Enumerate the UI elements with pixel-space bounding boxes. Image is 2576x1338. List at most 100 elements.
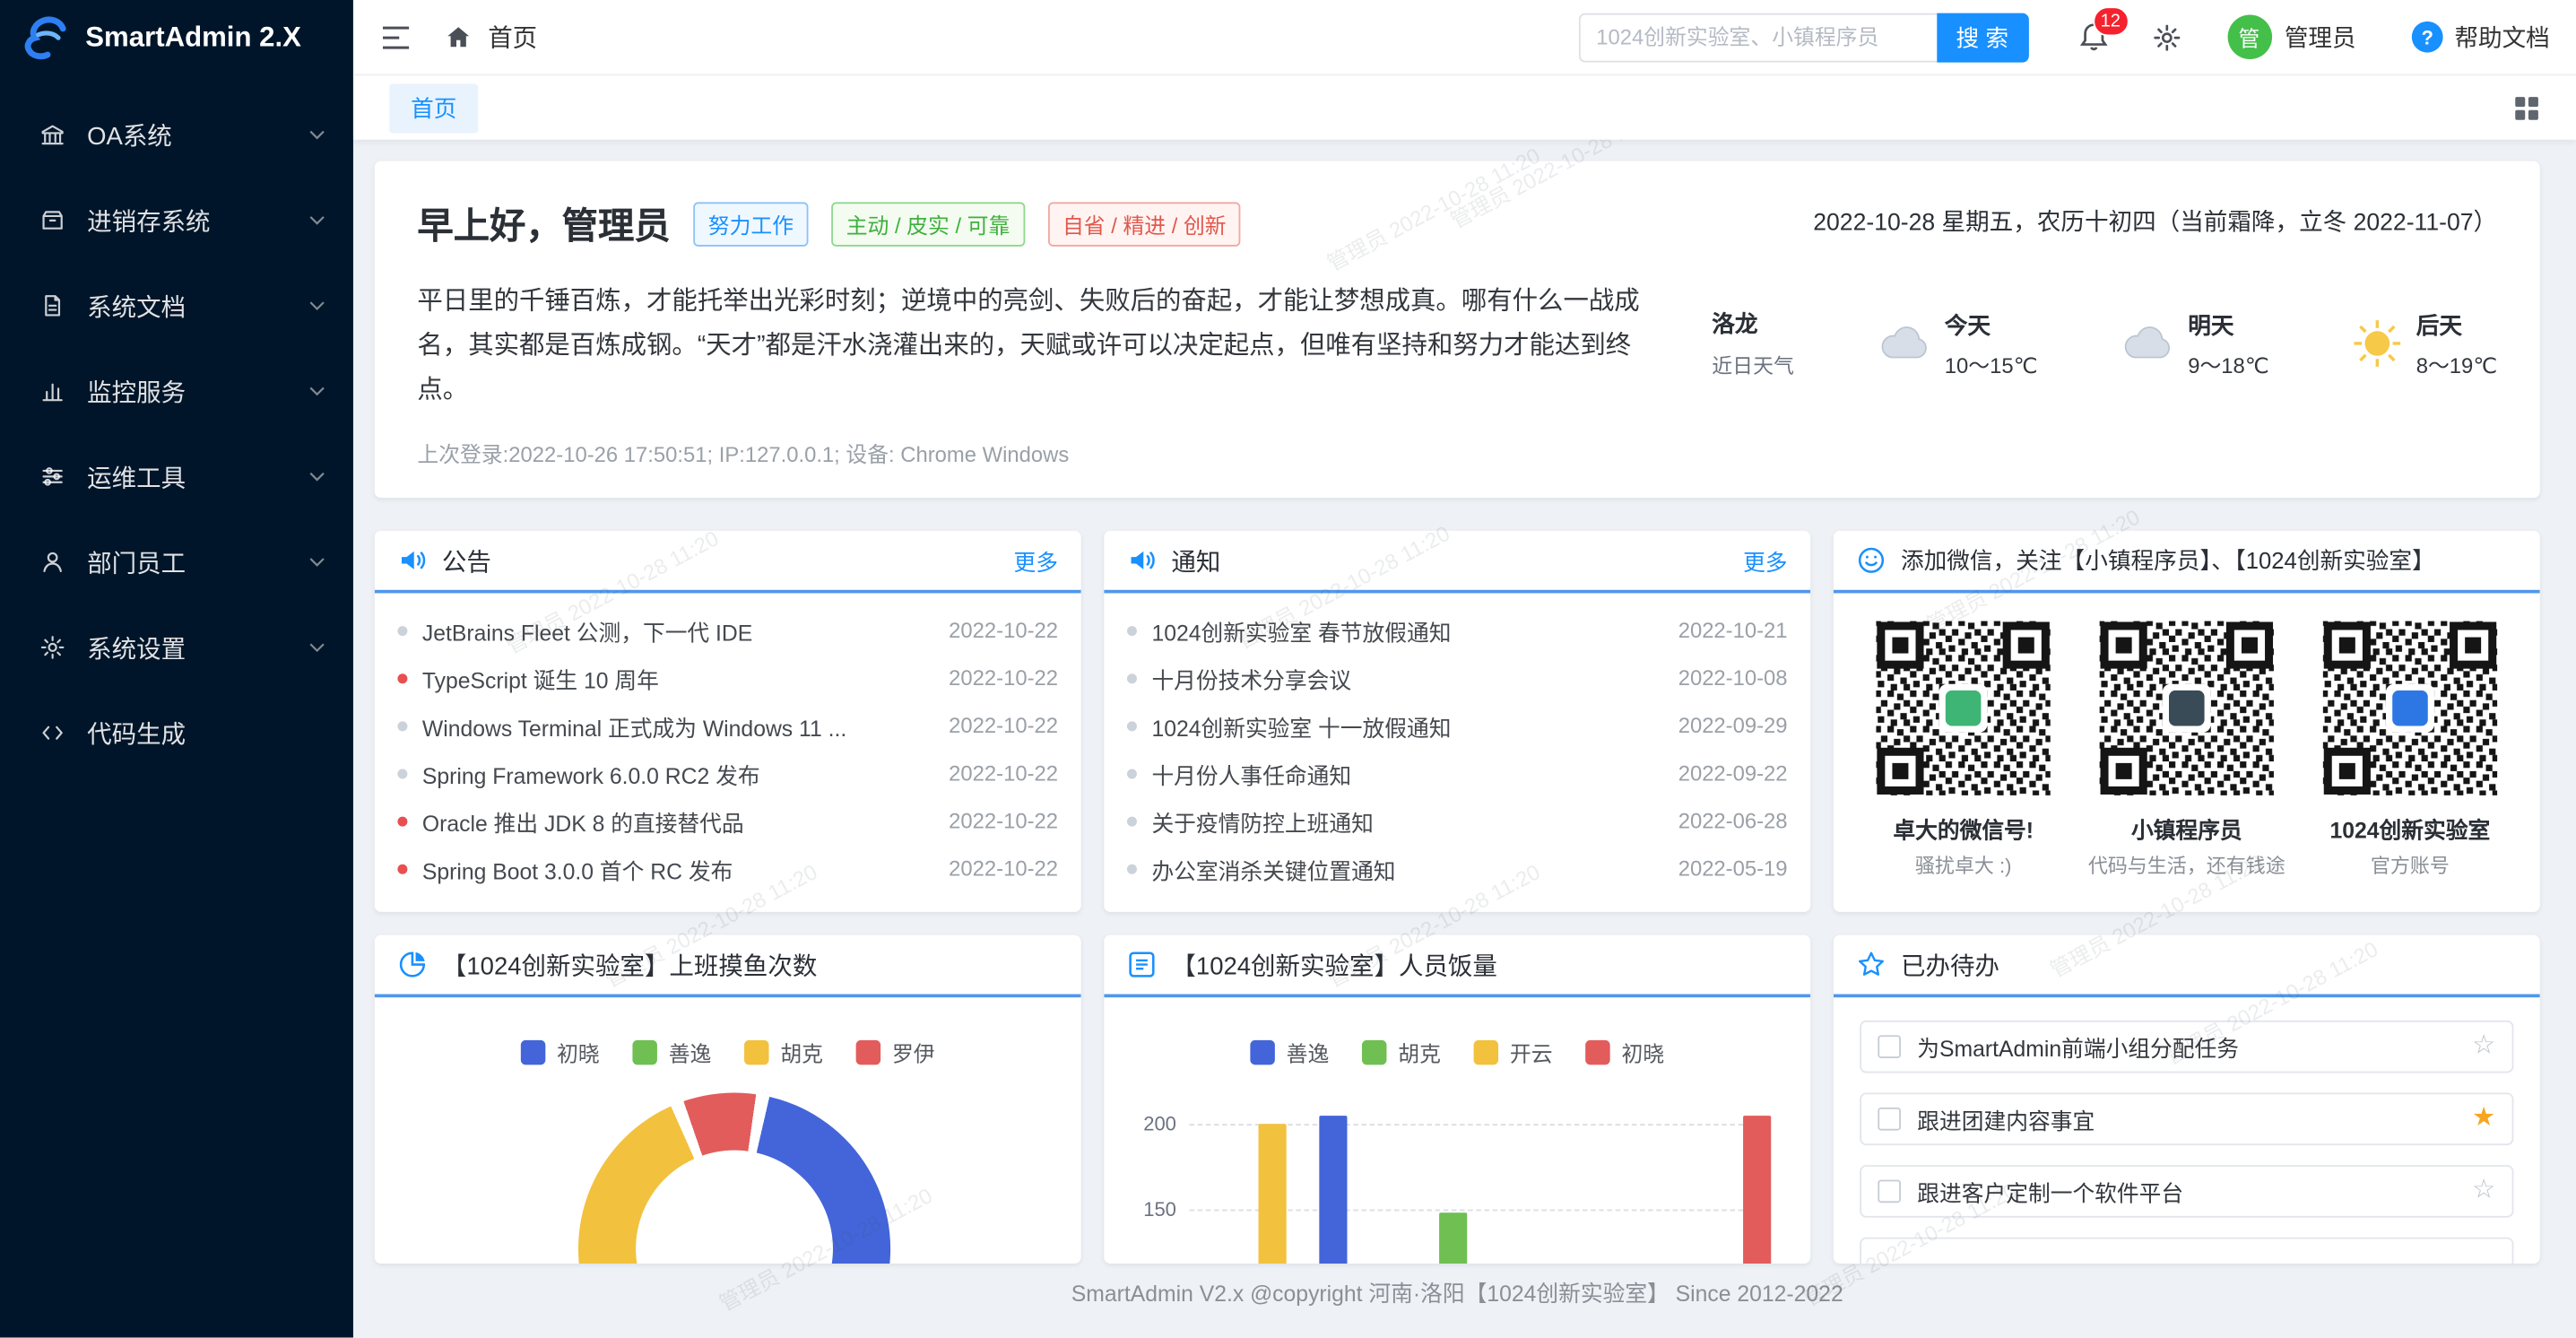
list-item[interactable]: Spring Boot 3.0.0 首个 RC 发布2022-10-22 (375, 845, 1081, 892)
qr-code (2098, 620, 2276, 797)
list-item[interactable]: 1024创新实验室 春节放假通知2022-10-21 (1104, 607, 1810, 655)
greeting-left: 早上好，管理员 努力工作 主动 / 皮实 / 可靠 自省 / 精进 / 创新 平… (417, 197, 1712, 469)
list-item[interactable]: 1024创新实验室 十一放假通知 2022-09-29 (1104, 702, 1810, 750)
chevron-down-icon (308, 300, 325, 310)
card-title: 【1024创新实验室】上班摸鱼次数 (442, 948, 817, 982)
document-icon (39, 292, 65, 318)
sidebar: SmartAdmin 2.X OA系统 进销存系统 系统文档 监控服务 (0, 0, 353, 1337)
date-line: 2022-10-28 星期五，农历十初四（当前霜降，立冬 2022-11-07） (1813, 204, 2497, 238)
chevron-down-icon (308, 130, 325, 140)
sidebar-item-inventory[interactable]: 进销存系统 (0, 178, 353, 263)
announcement-card: 公告 更多 JetBrains Fleet 公测，下一代 IDE2022-10-… (375, 532, 1081, 913)
list-item[interactable]: TypeScript 诞生 10 周年2022-10-22 (375, 655, 1081, 702)
search-button[interactable]: 搜 索 (1937, 13, 2028, 62)
chevron-down-icon (308, 472, 325, 482)
search-input[interactable] (1578, 13, 1936, 62)
avatar: 管 (2227, 14, 2271, 58)
item-date: 2022-09-29 (1678, 714, 1788, 738)
sidebar-item-codegen[interactable]: 代码生成 (0, 691, 353, 776)
list-item[interactable]: Oracle 推出 JDK 8 的直接替代品2022-10-22 (375, 797, 1081, 845)
legend-item[interactable]: 初晓 (521, 1038, 600, 1069)
weather-city-block: 洛龙 近日天气 (1712, 308, 1794, 380)
breadcrumb[interactable]: 首页 (488, 20, 537, 54)
legend-item[interactable]: 善逸 (1250, 1038, 1329, 1069)
item-title: 1024创新实验室 十一放假通知 (1151, 709, 1663, 743)
more-link[interactable]: 更多 (1743, 544, 1787, 578)
motto-text: 平日里的千锤百炼，才能托举出光彩时刻；逆境中的亮剑、失败后的奋起，才能让梦想成真… (417, 279, 1641, 413)
menu-fold-icon[interactable] (383, 25, 409, 48)
list-item[interactable]: 跟进客户定制一个软件平台 (1860, 1166, 2513, 1219)
home-icon[interactable] (446, 24, 472, 48)
sidebar-item-docs[interactable]: 系统文档 (0, 263, 353, 348)
bullet-dot (397, 864, 407, 874)
legend-label: 初晓 (557, 1038, 600, 1069)
settings-gear[interactable] (2151, 22, 2181, 52)
list-item[interactable]: JetBrains Fleet 公测，下一代 IDE2022-10-22 (375, 607, 1081, 655)
chart-legend: 善逸 胡克 开云 初晓 (1104, 1038, 1810, 1069)
card-title: 添加微信，关注【小镇程序员】、【1024创新实验室】 (1901, 544, 2435, 578)
checkbox[interactable] (1878, 1180, 1901, 1203)
list-item-partial[interactable] (1860, 1238, 2513, 1264)
legend-swatch (1250, 1041, 1274, 1065)
item-date: 2022-10-21 (1678, 619, 1788, 643)
fish-chart-card: 【1024创新实验室】上班摸鱼次数 初晓 善逸 胡克 罗伊 (375, 935, 1081, 1264)
sidebar-item-employees[interactable]: 部门员工 (0, 519, 353, 604)
app-logo-row[interactable]: SmartAdmin 2.X (0, 0, 353, 75)
speaker-icon (397, 546, 427, 576)
bullet-dot (1127, 816, 1137, 826)
tag-innovate: 自省 / 精进 / 创新 (1047, 201, 1241, 245)
weather-day-temp: 9～18℃ (2188, 348, 2268, 379)
legend-swatch (1362, 1041, 1386, 1065)
list-item[interactable]: Spring Framework 6.0.0 RC2 发布2022-10-22 (375, 750, 1081, 797)
donut-chart (578, 1093, 890, 1264)
sidebar-item-label: 系统文档 (87, 289, 186, 323)
tab-home[interactable]: 首页 (389, 83, 478, 133)
qr-sub: 代码与生活，还有钱途 (2088, 852, 2285, 880)
list-item[interactable]: 为SmartAdmin前端小组分配任务 (1860, 1021, 2513, 1074)
checkbox[interactable] (1878, 1036, 1901, 1059)
sidebar-item-label: 代码生成 (87, 716, 186, 750)
sidebar-item-ops-tools[interactable]: 运维工具 (0, 434, 353, 519)
wechat-card: 添加微信，关注【小镇程序员】、【1024创新实验室】 卓大的微信号! 骚扰卓大 … (1834, 532, 2540, 913)
search-bar: 搜 索 (1578, 13, 2028, 62)
legend-item[interactable]: 罗伊 (856, 1038, 935, 1069)
sidebar-item-oa[interactable]: OA系统 (0, 92, 353, 178)
weather-city-sub: 近日天气 (1712, 348, 1794, 379)
legend-label: 开云 (1510, 1038, 1553, 1069)
row-charts: 【1024创新实验室】上班摸鱼次数 初晓 善逸 胡克 罗伊 (375, 935, 2540, 1264)
legend-item[interactable]: 胡克 (1362, 1038, 1441, 1069)
star-toggle[interactable] (2472, 1107, 2495, 1133)
todo-label: 跟进团建内容事宜 (1917, 1103, 2472, 1136)
legend-item[interactable]: 胡克 (744, 1038, 823, 1069)
legend-item[interactable]: 善逸 (632, 1038, 711, 1069)
legend-item[interactable]: 初晓 (1585, 1038, 1664, 1069)
sidebar-item-settings[interactable]: 系统设置 (0, 604, 353, 690)
checkbox[interactable] (1878, 1108, 1901, 1132)
bar-shanyi (1319, 1116, 1347, 1264)
bullet-dot (1127, 721, 1137, 731)
chevron-down-icon (308, 387, 325, 396)
list-item[interactable]: 跟进团建内容事宜 (1860, 1093, 2513, 1146)
star-toggle[interactable] (2472, 1178, 2495, 1204)
item-date: 2022-10-22 (949, 666, 1058, 691)
list-item[interactable]: 办公室消杀关键位置通知2022-05-19 (1104, 845, 1810, 892)
bullet-dot (397, 769, 407, 778)
tabbar: 首页 (353, 74, 2576, 139)
list-item[interactable]: Windows Terminal 正式成为 Windows 11 ...2022… (375, 702, 1081, 750)
bar-huke (1439, 1213, 1467, 1264)
notification-bell[interactable]: 12 (2077, 22, 2109, 53)
meal-chart-card: 【1024创新实验室】人员饭量 善逸 胡克 开云 初晓 200 150 (1104, 935, 1810, 1264)
item-date: 2022-05-19 (1678, 856, 1788, 881)
legend-item[interactable]: 开云 (1474, 1038, 1553, 1069)
list-item[interactable]: 十月份技术分享会议2022-10-08 (1104, 655, 1810, 702)
list-item[interactable]: 关于疫情防控上班通知2022-06-28 (1104, 797, 1810, 845)
user-menu[interactable]: 管 管理员 (2227, 14, 2356, 58)
qr-sub: 官方账号 (2371, 852, 2450, 880)
sidebar-item-monitor[interactable]: 监控服务 (0, 348, 353, 433)
help-link[interactable]: 帮助文档 (2412, 20, 2550, 54)
more-link[interactable]: 更多 (1014, 544, 1058, 578)
star-toggle[interactable] (2472, 1034, 2495, 1060)
legend-swatch (1585, 1041, 1609, 1065)
tab-layout-grid-icon[interactable] (2513, 94, 2539, 120)
list-item[interactable]: 十月份人事任命通知2022-09-22 (1104, 750, 1810, 797)
